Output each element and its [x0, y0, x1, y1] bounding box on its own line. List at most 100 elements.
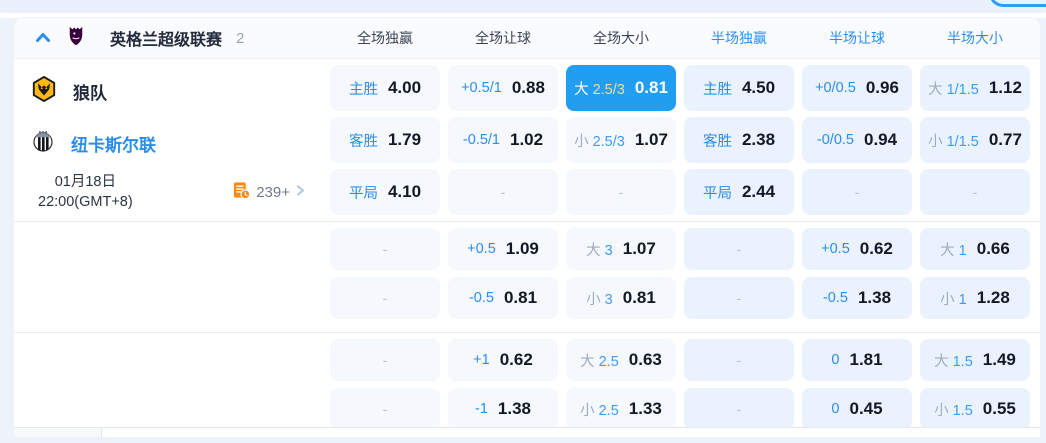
match-meta-row: 01月18日 22:00(GMT+8) 239+: [14, 169, 322, 215]
odds-row: - -0.5 0.81 小 3 0.81- -0.5 1.38 小 1 1.28: [14, 277, 1040, 319]
odds-row: - +1 0.62 大 2.5 0.63-0 1.81 大 1.5 1.49: [14, 339, 1040, 381]
odds-cell[interactable]: 0 0.45: [802, 388, 912, 430]
more-markets-link[interactable]: 239+: [232, 181, 306, 203]
previous-card-selection-highlight: [989, 0, 1046, 7]
odds-label: 客胜: [348, 133, 378, 150]
over-under-side: 大: [934, 353, 949, 370]
odds-cell[interactable]: +0.5 1.09: [448, 228, 558, 270]
odds-value: 0.88: [511, 78, 545, 97]
odds-value: 0.81: [503, 288, 538, 307]
league-title-group: 英格兰超级联赛 2: [14, 25, 322, 52]
alt-odds-rows-2: - +1 0.62 大 2.5 0.63-0 1.81 大 1.5 1.49- -1 1.38 小 2.5…: [14, 339, 1040, 430]
odds-cell[interactable]: 平局 2.44: [684, 169, 794, 215]
over-under-side: 大: [940, 242, 955, 259]
odds-cell[interactable]: +0.5/1 0.88: [448, 65, 558, 111]
odds-cell[interactable]: 客胜 2.38: [684, 117, 794, 163]
column-header-ht-handicap: 半场让球: [829, 30, 885, 46]
odds-label: 0: [831, 352, 840, 368]
alt-odds-rows-1: - +0.5 1.09 大 3 1.07- +0.5 0.62 大 1 0.66- -0.5 0.81 小…: [14, 228, 1040, 319]
odds-label: 客胜: [702, 133, 732, 150]
odds-label: -1: [475, 401, 488, 417]
odds-cell[interactable]: 大 1.5 1.49: [920, 339, 1030, 381]
column-header-ft-1x2: 全场独赢: [357, 30, 413, 46]
odds-label: 大 1/1.5: [928, 78, 979, 99]
next-section-left-cell: [14, 428, 102, 437]
odds-cell[interactable]: 小 1/1.5 0.77: [920, 117, 1030, 163]
odds-cell[interactable]: 小 2.5 1.33: [566, 388, 676, 430]
away-team-row: 纽卡斯尔联: [14, 117, 322, 169]
odds-label: +0/0.5: [815, 80, 856, 96]
label-column-spacer: [14, 388, 322, 430]
more-markets-count: 239+: [256, 183, 290, 201]
empty-dash: -: [736, 241, 742, 257]
home-team-name: 狼队: [73, 83, 107, 103]
odds-label: -0.5: [822, 290, 848, 306]
over-under-line: 1: [958, 242, 967, 259]
odds-value: 0.63: [628, 350, 662, 369]
odds-value: 0.81: [622, 288, 656, 307]
odds-label: -0.5/1: [462, 132, 500, 148]
next-section-right-cell: [102, 428, 1040, 437]
odds-label: 大1: [940, 239, 967, 260]
odds-cell[interactable]: -0.5 0.81: [448, 277, 558, 319]
over-under-line: 1/1.5: [946, 133, 979, 150]
over-under-side: 小: [580, 402, 595, 419]
odds-cell[interactable]: 小 3 0.81: [566, 277, 676, 319]
empty-dash: -: [736, 290, 742, 306]
odds-value: 0.62: [859, 239, 893, 258]
odds-cell[interactable]: 小 1 1.28: [920, 277, 1030, 319]
match-time: 22:00(GMT+8): [38, 194, 133, 210]
newcastle-crest-icon: [31, 129, 55, 158]
odds-cell-empty: -: [684, 277, 794, 319]
column-header-ht-1x2: 半场独赢: [711, 30, 767, 46]
empty-dash: -: [854, 184, 860, 200]
odds-cell-empty: -: [920, 169, 1030, 215]
empty-dash: -: [382, 352, 388, 368]
odds-value: 4.10: [387, 182, 422, 201]
odds-cell-empty: -: [330, 388, 440, 430]
over-under-side: 大: [928, 81, 943, 98]
odds-cell[interactable]: 大 2.5 0.63: [566, 339, 676, 381]
odds-value: 4.00: [387, 78, 422, 97]
odds-cell[interactable]: -0.5/1 1.02: [448, 117, 558, 163]
collapse-league-button[interactable]: [32, 27, 54, 49]
odds-value: 0.45: [849, 399, 883, 418]
odds-cell[interactable]: 客胜 1.79: [330, 117, 440, 163]
odds-value: 1.07: [622, 239, 656, 258]
odds-cell[interactable]: 平局 4.10: [330, 169, 440, 215]
alt-odds-section-1: - +0.5 1.09 大 3 1.07- +0.5 0.62 大 1 0.66- -0.5 0.81 小…: [14, 222, 1040, 332]
over-under-side: 小: [940, 291, 955, 308]
odds-value: 0.96: [865, 78, 899, 97]
empty-dash: -: [382, 241, 388, 257]
odds-value: 0.62: [499, 350, 533, 369]
odds-cell[interactable]: -1 1.38: [448, 388, 558, 430]
odds-cell[interactable]: 大 1 0.66: [920, 228, 1030, 270]
over-under-side: 小: [934, 402, 949, 419]
odds-cell[interactable]: 大 1/1.5 1.12: [920, 65, 1030, 111]
over-under-line: 2.5: [598, 353, 619, 370]
odds-cell[interactable]: 主胜 4.50: [684, 65, 794, 111]
odds-cell-empty: -: [448, 169, 558, 215]
odds-cell[interactable]: -0/0.5 0.94: [802, 117, 912, 163]
over-under-side: 小: [586, 291, 601, 308]
odds-cell[interactable]: +0.5 0.62: [802, 228, 912, 270]
match-date: 01月18日: [54, 173, 116, 190]
markets-list-clock-icon: [232, 181, 251, 203]
over-under-line: 1: [958, 291, 967, 308]
odds-cell[interactable]: -0.5 1.38: [802, 277, 912, 319]
odds-row: - +0.5 1.09 大 3 1.07 - +0.5 0.62 大 1 0.66: [14, 228, 1040, 270]
odds-cell[interactable]: 主胜 4.00: [330, 65, 440, 111]
odds-value: 0.55: [982, 399, 1016, 418]
league-match-count: 2: [236, 29, 245, 47]
odds-cell[interactable]: 小 2.5/3 1.07: [566, 117, 676, 163]
odds-cell[interactable]: 0 1.81: [802, 339, 912, 381]
odds-cell-empty: -: [330, 277, 440, 319]
home-team-row: 狼队: [14, 65, 322, 117]
odds-cell[interactable]: 小 1.5 0.55: [920, 388, 1030, 430]
odds-value: 2.44: [741, 182, 776, 201]
odds-cell-selected[interactable]: 大 2.5/3 0.81: [566, 65, 676, 111]
odds-label: -0/0.5: [816, 132, 854, 148]
odds-cell[interactable]: 大 3 1.07: [566, 228, 676, 270]
odds-cell[interactable]: +0/0.5 0.96: [802, 65, 912, 111]
odds-cell[interactable]: +1 0.62: [448, 339, 558, 381]
